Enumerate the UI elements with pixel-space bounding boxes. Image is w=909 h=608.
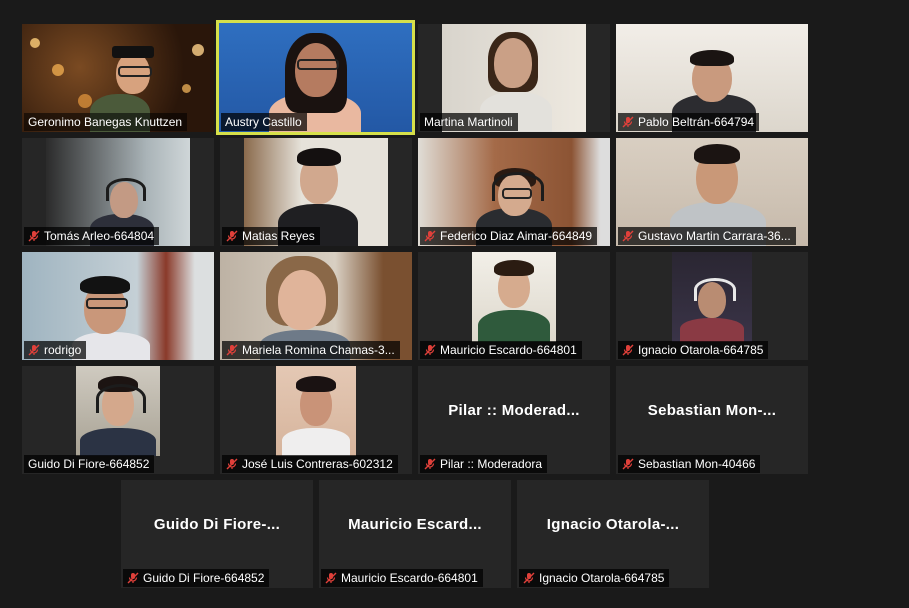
participant-video — [472, 252, 556, 342]
muted-mic-icon — [127, 572, 139, 584]
participant-tile[interactable]: Guido Di Fiore-... Guido Di Fiore-664852 — [121, 480, 313, 588]
participant-name-label: Mauricio Escardo-664801 — [420, 341, 582, 359]
participant-name-label: Ignacio Otarola-664785 — [618, 341, 769, 359]
muted-mic-icon — [325, 572, 337, 584]
participant-name-label: Guido Di Fiore-664852 — [24, 455, 155, 473]
participant-tile[interactable]: Guido Di Fiore-664852 — [22, 366, 214, 474]
muted-mic-icon — [28, 230, 40, 242]
muted-mic-icon — [523, 572, 535, 584]
participant-name: Mariela Romina Chamas-3... — [242, 343, 395, 357]
muted-mic-icon — [622, 230, 634, 242]
participant-name-label: José Luis Contreras-602312 — [222, 455, 398, 473]
participant-name: Geronimo Banegas Knuttzen — [28, 115, 183, 129]
participant-name-label: Tomás Arleo-664804 — [24, 227, 160, 245]
participant-tile[interactable]: José Luis Contreras-602312 — [220, 366, 412, 474]
participant-name-label: Matias Reyes — [222, 227, 320, 245]
participant-video — [276, 366, 356, 456]
muted-mic-icon — [424, 230, 436, 242]
participant-tile[interactable]: Geronimo Banegas Knuttzen — [22, 24, 214, 132]
participant-tile[interactable]: Martina Martinoli — [418, 24, 610, 132]
participant-name-label: Pablo Beltrán-664794 — [618, 113, 760, 131]
muted-mic-icon — [622, 116, 634, 128]
participant-display-name: Mauricio Escard... — [348, 515, 482, 533]
participant-name: Mauricio Escardo-664801 — [341, 571, 478, 585]
participant-video — [76, 366, 160, 456]
participant-video — [672, 252, 752, 342]
participant-name: Gustavo Martin Carrara-36... — [638, 229, 791, 243]
muted-mic-icon — [226, 230, 238, 242]
muted-mic-icon — [226, 458, 238, 470]
zoom-gallery-view: { "participants": [ {"name": "Geronimo B… — [0, 0, 909, 608]
participant-name-label: Mariela Romina Chamas-3... — [222, 341, 400, 359]
participant-name-label: Sebastian Mon-40466 — [618, 455, 761, 473]
participant-name-label: rodrigo — [24, 341, 87, 359]
participant-name-label: Mauricio Escardo-664801 — [321, 569, 483, 587]
participant-name: Pilar :: Moderadora — [440, 457, 543, 471]
participant-tile[interactable]: Pilar :: Moderad... Pilar :: Moderadora — [418, 366, 610, 474]
participant-name: Martina Martinoli — [424, 115, 513, 129]
participant-name-label: Ignacio Otarola-664785 — [519, 569, 670, 587]
participant-name: Matias Reyes — [242, 229, 315, 243]
participant-name: Mauricio Escardo-664801 — [440, 343, 577, 357]
participant-name-label: Guido Di Fiore-664852 — [123, 569, 270, 587]
participant-name: Pablo Beltrán-664794 — [638, 115, 755, 129]
participant-name: Sebastian Mon-40466 — [638, 457, 756, 471]
participant-name: Guido Di Fiore-664852 — [28, 457, 150, 471]
participant-name-label: Martina Martinoli — [420, 113, 518, 131]
participant-name-label: Federico Diaz Aimar-664849 — [420, 227, 598, 245]
participant-name: Tomás Arleo-664804 — [44, 229, 155, 243]
muted-mic-icon — [226, 344, 238, 356]
participant-tile[interactable]: Tomás Arleo-664804 — [22, 138, 214, 246]
participant-tile[interactable]: Mauricio Escard... Mauricio Escardo-6648… — [319, 480, 511, 588]
participant-tile-active-speaker[interactable]: Austry Castillo — [216, 20, 415, 135]
participant-display-name: Sebastian Mon-... — [647, 401, 777, 419]
participant-tile[interactable]: Sebastian Mon-... Sebastian Mon-40466 — [616, 366, 808, 474]
participant-name-label: Geronimo Banegas Knuttzen — [24, 113, 188, 131]
muted-mic-icon — [424, 458, 436, 470]
participant-name: José Luis Contreras-602312 — [242, 457, 393, 471]
participant-name-label: Pilar :: Moderadora — [420, 455, 548, 473]
participant-tile[interactable]: Mauricio Escardo-664801 — [418, 252, 610, 360]
participant-tile[interactable]: Federico Diaz Aimar-664849 — [418, 138, 610, 246]
participant-name: Ignacio Otarola-664785 — [638, 343, 764, 357]
participant-tile[interactable]: Mariela Romina Chamas-3... — [220, 252, 412, 360]
participant-name-label: Gustavo Martin Carrara-36... — [618, 227, 796, 245]
muted-mic-icon — [622, 458, 634, 470]
muted-mic-icon — [622, 344, 634, 356]
participant-name: Ignacio Otarola-664785 — [539, 571, 665, 585]
participant-tile[interactable]: Pablo Beltrán-664794 — [616, 24, 808, 132]
participant-name-label: Austry Castillo — [221, 113, 307, 131]
participant-tile[interactable]: Matias Reyes — [220, 138, 412, 246]
participant-tile[interactable]: Ignacio Otarola-664785 — [616, 252, 808, 360]
participant-name: rodrigo — [44, 343, 82, 357]
participant-display-name: Guido Di Fiore-... — [153, 515, 281, 533]
participant-name: Federico Diaz Aimar-664849 — [440, 229, 593, 243]
participant-name: Austry Castillo — [225, 115, 302, 129]
participant-tile[interactable]: Gustavo Martin Carrara-36... — [616, 138, 808, 246]
muted-mic-icon — [424, 344, 436, 356]
participant-display-name: Ignacio Otarola-... — [546, 515, 680, 533]
participant-tile[interactable]: rodrigo — [22, 252, 214, 360]
participant-display-name: Pilar :: Moderad... — [448, 401, 580, 419]
participant-tile[interactable]: Ignacio Otarola-... Ignacio Otarola-6647… — [517, 480, 709, 588]
participant-name: Guido Di Fiore-664852 — [143, 571, 265, 585]
muted-mic-icon — [28, 344, 40, 356]
